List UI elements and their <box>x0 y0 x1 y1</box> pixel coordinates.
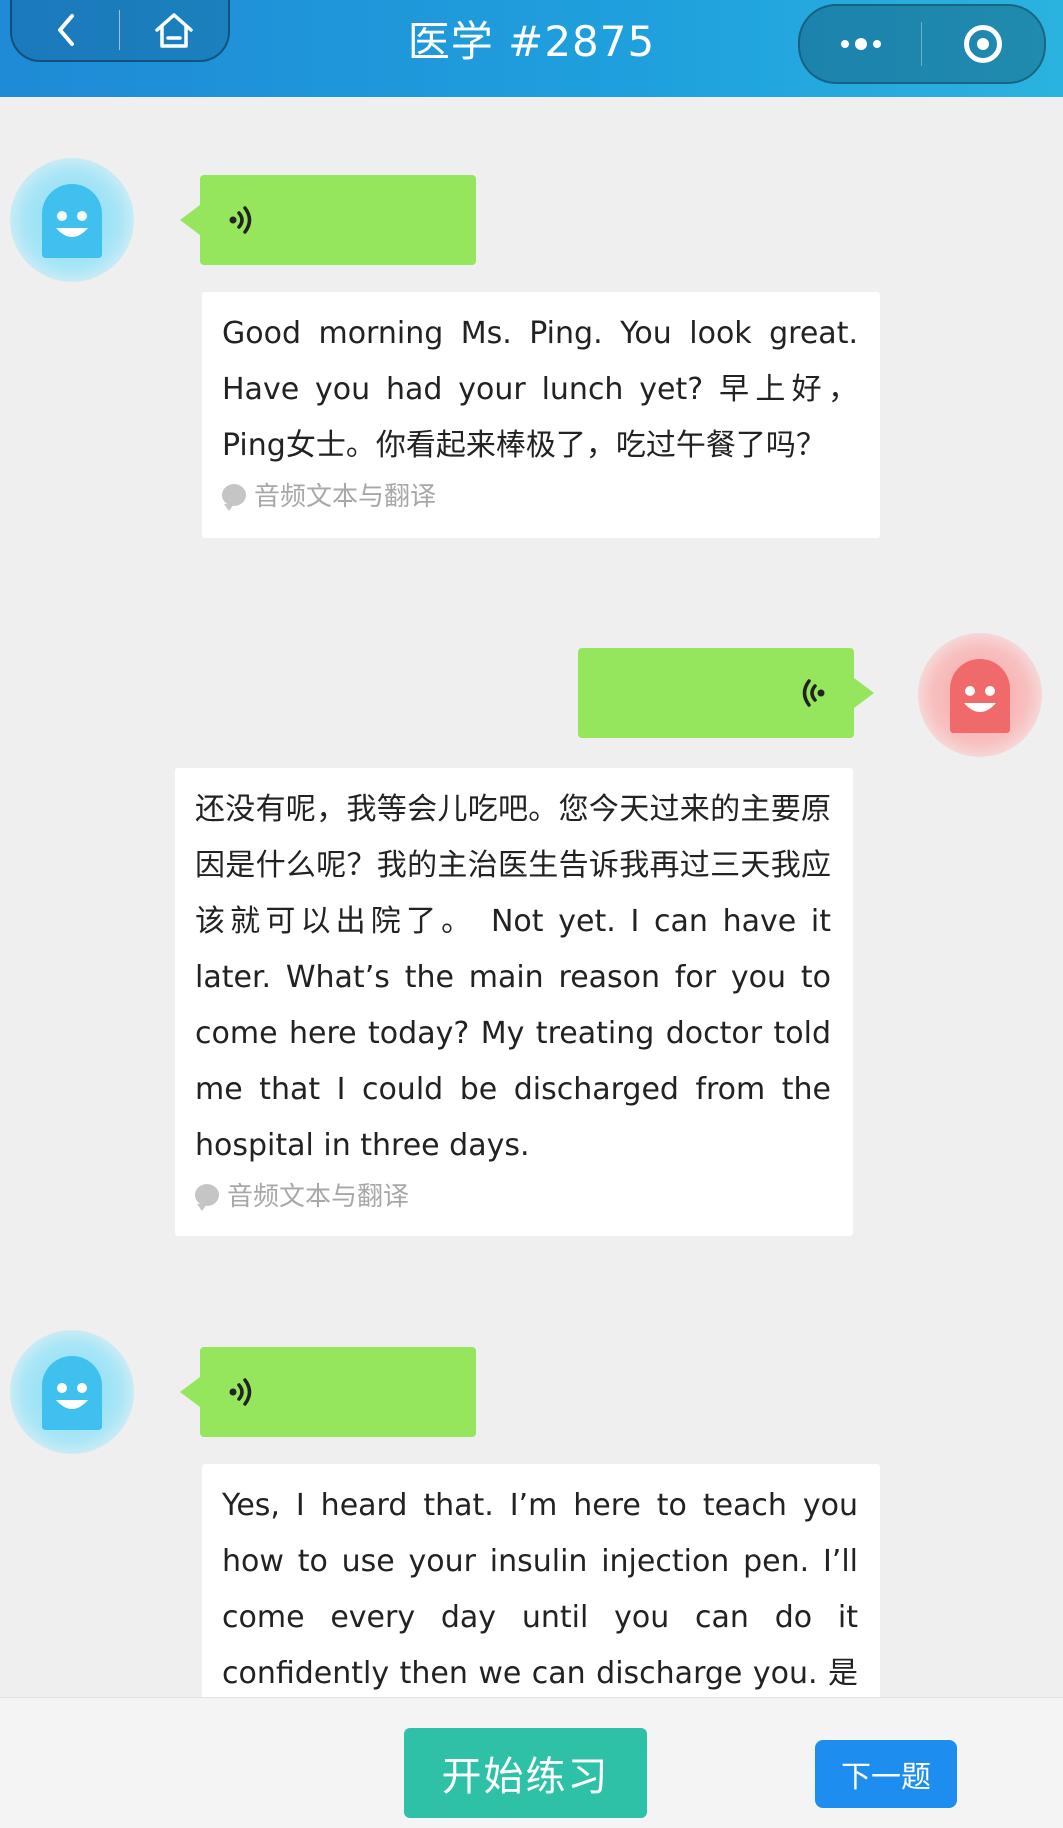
translate-label: 音频文本与翻译 <box>254 482 437 512</box>
smiley-ghost-icon <box>42 184 102 258</box>
audio-wave-icon <box>802 679 825 707</box>
more-dots-icon <box>840 38 881 50</box>
bottom-action-bar: 开始练习 下一题 <box>0 1697 1063 1828</box>
chat-bubble-icon <box>195 1183 219 1211</box>
message-text-card: Good morning Ms. Ping. You look great. H… <box>202 292 880 538</box>
avatar-speaker-a <box>10 158 134 282</box>
close-miniprogram-button[interactable] <box>922 6 1043 82</box>
voice-message-button[interactable] <box>180 175 476 265</box>
more-button[interactable] <box>800 6 921 82</box>
record-target-icon <box>963 25 1002 63</box>
translate-label: 音频文本与翻译 <box>227 1182 410 1212</box>
smiley-ghost-icon <box>950 659 1010 733</box>
message-text-card: 还没有呢，我等会儿吃吧。您今天过来的主要原因是什么呢？我的主治医生告诉我再过三天… <box>175 768 853 1236</box>
translate-link[interactable]: 音频文本与翻译 <box>222 476 858 513</box>
smiley-ghost-icon <box>42 1356 102 1430</box>
next-question-button[interactable]: 下一题 <box>815 1740 957 1808</box>
message-text: 还没有呢，我等会儿吃吧。您今天过来的主要原因是什么呢？我的主治医生告诉我再过三天… <box>195 792 831 1163</box>
nav-capsule-right <box>798 4 1046 84</box>
audio-wave-icon <box>229 1378 252 1406</box>
top-nav-bar: 医学 #2875 <box>0 0 1063 97</box>
message-text-card: Yes, I heard that. I’m here to teach you… <box>202 1464 880 1704</box>
avatar-speaker-b <box>918 633 1042 757</box>
voice-message-button[interactable] <box>578 648 874 738</box>
avatar-speaker-a <box>10 1330 134 1454</box>
start-practice-button[interactable]: 开始练习 <box>404 1728 647 1818</box>
chat-bubble-icon <box>222 483 246 511</box>
translate-link[interactable]: 音频文本与翻译 <box>195 1176 831 1213</box>
message-text: Good morning Ms. Ping. You look great. H… <box>222 316 858 463</box>
voice-message-button[interactable] <box>180 1347 476 1437</box>
audio-wave-icon <box>229 206 252 234</box>
message-text: Yes, I heard that. I’m here to teach you… <box>222 1488 858 1691</box>
